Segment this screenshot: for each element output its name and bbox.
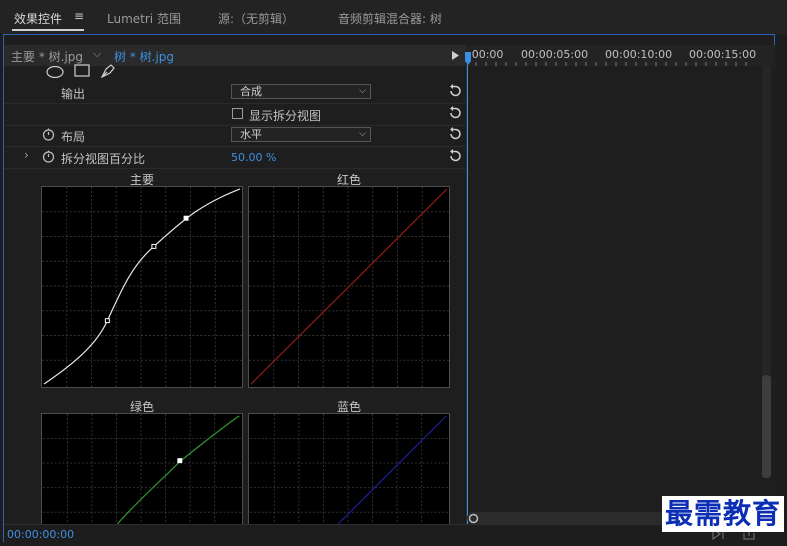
chevron-right-icon[interactable]: › (24, 148, 29, 162)
tab-lumetri-scopes[interactable]: Lumetri 范围 (107, 10, 181, 27)
split-percent-row: › 拆分视图百分比 50.00 % (4, 146, 466, 169)
reset-icon[interactable] (448, 84, 462, 98)
master-clip-label[interactable]: 主要 * 树.jpg (11, 48, 83, 65)
curve-point[interactable] (151, 243, 157, 249)
blue-curve-graph[interactable] (248, 413, 450, 525)
panel-menu-icon[interactable]: ≡ (74, 9, 84, 23)
reset-icon[interactable] (448, 149, 462, 163)
output-row: 输出 合成 ⌵ (4, 81, 466, 104)
split-view-row: 显示拆分视图 (4, 103, 466, 126)
tab-source[interactable]: 源:（无剪辑） (218, 10, 294, 27)
output-dropdown-value: 合成 (240, 85, 262, 98)
green-curve-graph[interactable] (41, 413, 243, 525)
timeline-area[interactable] (466, 45, 776, 542)
master-curve-graph[interactable] (41, 186, 243, 388)
play-triangle-icon[interactable] (452, 51, 459, 60)
panel-tab-bar: 效果控件 ≡ Lumetri 范围 源:（无剪辑） 音频剪辑混合器: 树 (0, 0, 787, 34)
reset-icon[interactable] (448, 127, 462, 141)
curve-point[interactable] (177, 458, 183, 464)
pen-mask-icon[interactable] (100, 64, 116, 78)
footer-bar: 00:00:00:00 (4, 524, 774, 542)
chevron-down-icon: ⌵ (359, 86, 366, 96)
curve-point[interactable] (104, 318, 110, 324)
red-curve-graph[interactable] (248, 186, 450, 388)
sequence-header: 主要 * 树.jpg ⌵ 树 * 树.jpg (4, 45, 466, 66)
split-percent-value[interactable]: 50.00 % (231, 151, 276, 164)
active-tab-underline (12, 29, 84, 31)
reset-icon[interactable] (448, 106, 462, 120)
stopwatch-icon[interactable] (42, 128, 55, 141)
layout-dropdown[interactable]: 水平 ⌵ (231, 127, 371, 142)
tab-audio-clip-mixer[interactable]: 音频剪辑混合器: 树 (338, 10, 442, 27)
split-percent-label: 拆分视图百分比 (61, 152, 146, 166)
current-timecode[interactable]: 00:00:00:00 (7, 528, 74, 541)
zoom-handle-icon[interactable] (468, 513, 479, 524)
stopwatch-icon[interactable] (42, 150, 55, 163)
chevron-down-icon: ⌵ (359, 129, 366, 139)
layout-row: 布局 水平 ⌵ (4, 124, 466, 147)
chevron-down-icon[interactable]: ⌵ (93, 47, 101, 61)
split-view-checkbox[interactable] (232, 108, 243, 119)
timeline-ruler-ticks (475, 62, 747, 66)
timeline-zoom-bar[interactable] (467, 512, 667, 524)
watermark-logo: 最需教育 (662, 496, 785, 532)
vertical-scrollbar-thumb[interactable] (762, 375, 771, 478)
mask-tools-row (4, 64, 466, 82)
playhead-line[interactable] (467, 64, 468, 524)
layout-dropdown-value: 水平 (240, 128, 262, 141)
rectangle-mask-icon[interactable] (74, 64, 90, 77)
clip-name-label[interactable]: 树 * 树.jpg (114, 48, 174, 65)
tab-effect-controls[interactable]: 效果控件 (14, 10, 62, 27)
playhead-marker-icon[interactable] (464, 52, 472, 66)
output-label: 输出 (61, 87, 86, 101)
curve-point[interactable] (183, 215, 189, 221)
layout-label: 布局 (61, 130, 86, 144)
split-view-label: 显示拆分视图 (249, 109, 322, 123)
ellipse-mask-icon[interactable] (46, 66, 64, 78)
output-dropdown[interactable]: 合成 ⌵ (231, 84, 371, 99)
